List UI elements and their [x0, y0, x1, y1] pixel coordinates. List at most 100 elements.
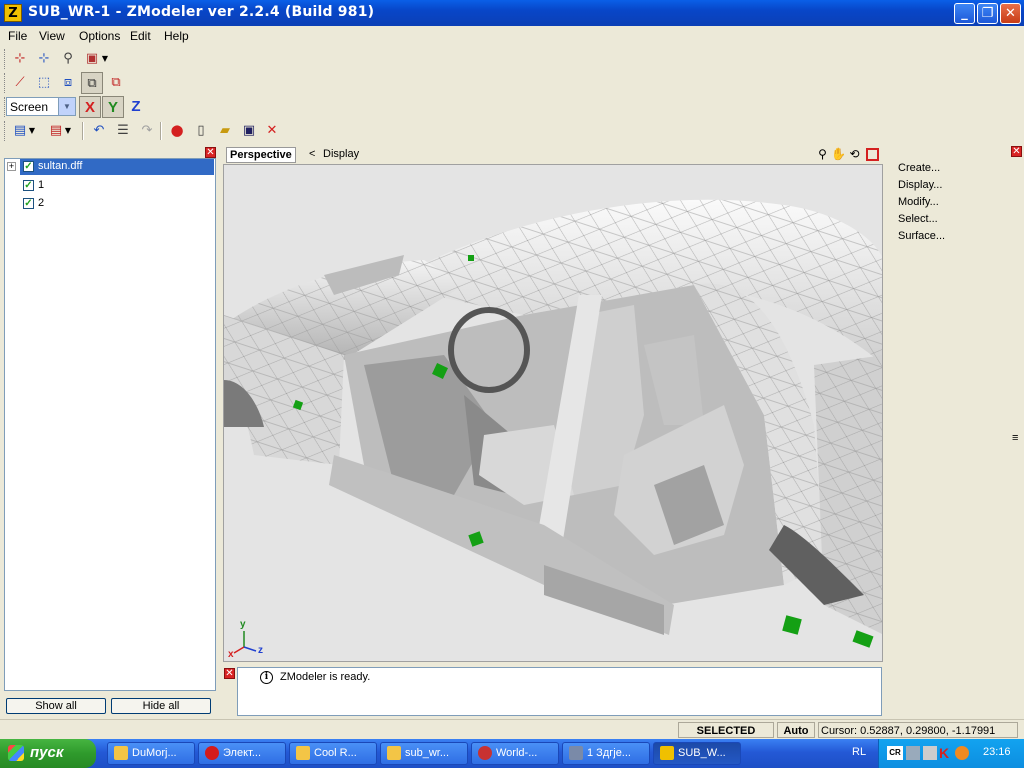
record-icon[interactable]: ●	[166, 120, 188, 142]
close-icon[interactable]: ✕	[205, 147, 216, 158]
minimize-button[interactable]: _	[954, 3, 975, 24]
close-icon[interactable]: ✕	[224, 668, 235, 679]
command-modify[interactable]: Modify...	[898, 196, 939, 208]
menu-help[interactable]: Help	[164, 29, 189, 43]
textured-mode-icon[interactable]: ⧉	[105, 72, 127, 94]
gizmo-y-label: y	[240, 619, 246, 630]
close-button[interactable]: ✕	[1000, 3, 1021, 24]
menu-bar: File View Options Edit Help	[0, 26, 1024, 46]
y-axis-toggle[interactable]: Y	[102, 96, 124, 118]
new-file-icon[interactable]: ▯	[190, 120, 212, 142]
select-vertex-icon[interactable]: ⊹	[9, 48, 31, 70]
menu-file[interactable]: File	[8, 29, 27, 43]
task-document[interactable]: 1 Здгје...	[562, 742, 650, 765]
network-icon[interactable]	[906, 746, 920, 760]
gizmo-z-label: z	[258, 645, 263, 656]
dropdown-arrow-icon[interactable]: ▼	[27, 120, 37, 142]
open-folder-icon[interactable]: ▰	[214, 120, 236, 142]
task-zmodeler[interactable]: SUB_W...	[653, 742, 741, 765]
start-button[interactable]: пуск	[0, 739, 96, 768]
expand-icon[interactable]: +	[7, 162, 16, 171]
task-cool-record[interactable]: Cool R...	[289, 742, 377, 765]
dropdown-arrow-icon[interactable]: ▼	[100, 48, 110, 70]
task-sub-wr[interactable]: sub_wr...	[380, 742, 468, 765]
pan-hand-icon[interactable]: ✋	[831, 147, 846, 162]
tree-item-2[interactable]: ✓ 2	[20, 196, 214, 212]
splitter-grip-icon[interactable]: ≡	[1012, 432, 1018, 444]
selection-toolbar: ⊹ ⊹ ⚲ ▣ ▼	[4, 47, 114, 71]
flat-mode-icon[interactable]: ⧈	[57, 72, 79, 94]
log-panel: i ZModeler is ready.	[237, 667, 882, 716]
app-logo-icon: Z	[4, 4, 22, 22]
display-menu[interactable]: Display	[323, 148, 359, 160]
zoom-icon[interactable]: ⚲	[815, 147, 830, 162]
tray-badge-icon[interactable]: CR	[887, 746, 903, 760]
select-edge-icon[interactable]: ⊹	[33, 48, 55, 70]
command-display[interactable]: Display...	[898, 179, 942, 191]
folder-icon	[387, 746, 401, 760]
shaded-mode-icon[interactable]: ⧉	[81, 72, 103, 94]
visibility-checkbox[interactable]: ✓	[23, 198, 34, 209]
tray-app-icon[interactable]	[955, 746, 969, 760]
chevron-down-icon[interactable]: ▼	[58, 98, 75, 115]
start-label: пуск	[30, 744, 64, 761]
window-title: SUB_WR-1 - ZModeler ver 2.2.4 (Build 981…	[28, 4, 375, 20]
visibility-checkbox[interactable]: ✓	[23, 180, 34, 191]
title-bar: Z SUB_WR-1 - ZModeler ver 2.2.4 (Build 9…	[0, 0, 1024, 26]
viewport-header: Perspective < Display ⚲ ✋ ⟲	[223, 146, 883, 164]
selection-mode-status: SELECTED MODE	[678, 722, 774, 753]
perspective-viewport[interactable]: y x z	[223, 164, 883, 662]
toolbar-grip[interactable]	[4, 121, 8, 141]
hide-all-button[interactable]: Hide all	[111, 698, 211, 714]
close-icon[interactable]: ✕	[1011, 146, 1022, 157]
scene-tree: + ✓ sultan.dff ✓ 1 ✓ 2	[4, 158, 216, 691]
x-axis-toggle[interactable]: X	[79, 96, 101, 118]
dropdown-arrow-icon[interactable]: ▼	[63, 120, 73, 142]
tree-item-1[interactable]: ✓ 1	[20, 178, 214, 194]
save-icon[interactable]: ▣	[238, 120, 260, 142]
command-create[interactable]: Create...	[898, 162, 940, 174]
menu-edit[interactable]: Edit	[130, 29, 151, 43]
main-toolbar: ▤ ▼ ▤ ▼ ↶ ☰ ↷ ● ▯ ▰ ▣ ✕	[4, 119, 284, 143]
menu-view[interactable]: View	[39, 29, 65, 43]
speaker-icon[interactable]	[923, 746, 937, 760]
history-icon[interactable]: ☰	[112, 120, 134, 142]
visibility-checkbox[interactable]: ✓	[23, 161, 34, 172]
menu-options[interactable]: Options	[79, 29, 120, 43]
redo-icon[interactable]: ↷	[136, 120, 158, 142]
toolbar-separator	[160, 122, 162, 140]
folder-icon	[296, 746, 310, 760]
wireframe-mode-icon[interactable]: ⬚	[33, 72, 55, 94]
antivirus-icon[interactable]: K	[939, 745, 949, 761]
command-select[interactable]: Select...	[898, 213, 938, 225]
submenu-arrow-icon[interactable]: <	[309, 148, 315, 160]
folder-icon	[114, 746, 128, 760]
maximize-viewport-icon[interactable]	[866, 148, 879, 161]
toolbar-grip[interactable]	[4, 73, 8, 93]
z-axis-toggle[interactable]: Z	[125, 96, 147, 118]
toolbar-separator	[82, 122, 84, 140]
system-tray: CR K 23:16	[878, 739, 1024, 768]
task-dumorj[interactable]: DuMorj...	[107, 742, 195, 765]
rotate-view-icon[interactable]: ⟲	[847, 147, 862, 162]
task-opera[interactable]: Элект...	[198, 742, 286, 765]
command-surface[interactable]: Surface...	[898, 230, 945, 242]
tree-item-sultan[interactable]: ✓ sultan.dff	[20, 159, 214, 175]
language-indicator[interactable]: RL	[852, 746, 866, 758]
toolbar-grip[interactable]	[4, 49, 8, 69]
vertices-mode-icon[interactable]: ⟋	[9, 72, 31, 94]
task-world[interactable]: World-...	[471, 742, 559, 765]
windows-logo-icon	[8, 745, 24, 761]
coordinate-space-value: Screen	[10, 100, 49, 114]
delete-icon[interactable]: ✕	[261, 120, 283, 142]
select-object-icon[interactable]: ⚲	[57, 48, 79, 70]
cursor-coordinates: Cursor: 0.52887, 0.29800, -1.17991	[818, 722, 1018, 738]
coordinate-space-select[interactable]: Screen ▼	[6, 97, 76, 116]
tree-item-label: 1	[38, 179, 45, 191]
viewport-name[interactable]: Perspective	[226, 147, 296, 163]
tree-item-label: sultan.dff	[38, 160, 83, 172]
auto-status[interactable]: Auto	[777, 722, 815, 738]
undo-icon[interactable]: ↶	[88, 120, 110, 142]
maximize-button[interactable]: ❐	[977, 3, 998, 24]
show-all-button[interactable]: Show all	[6, 698, 106, 714]
